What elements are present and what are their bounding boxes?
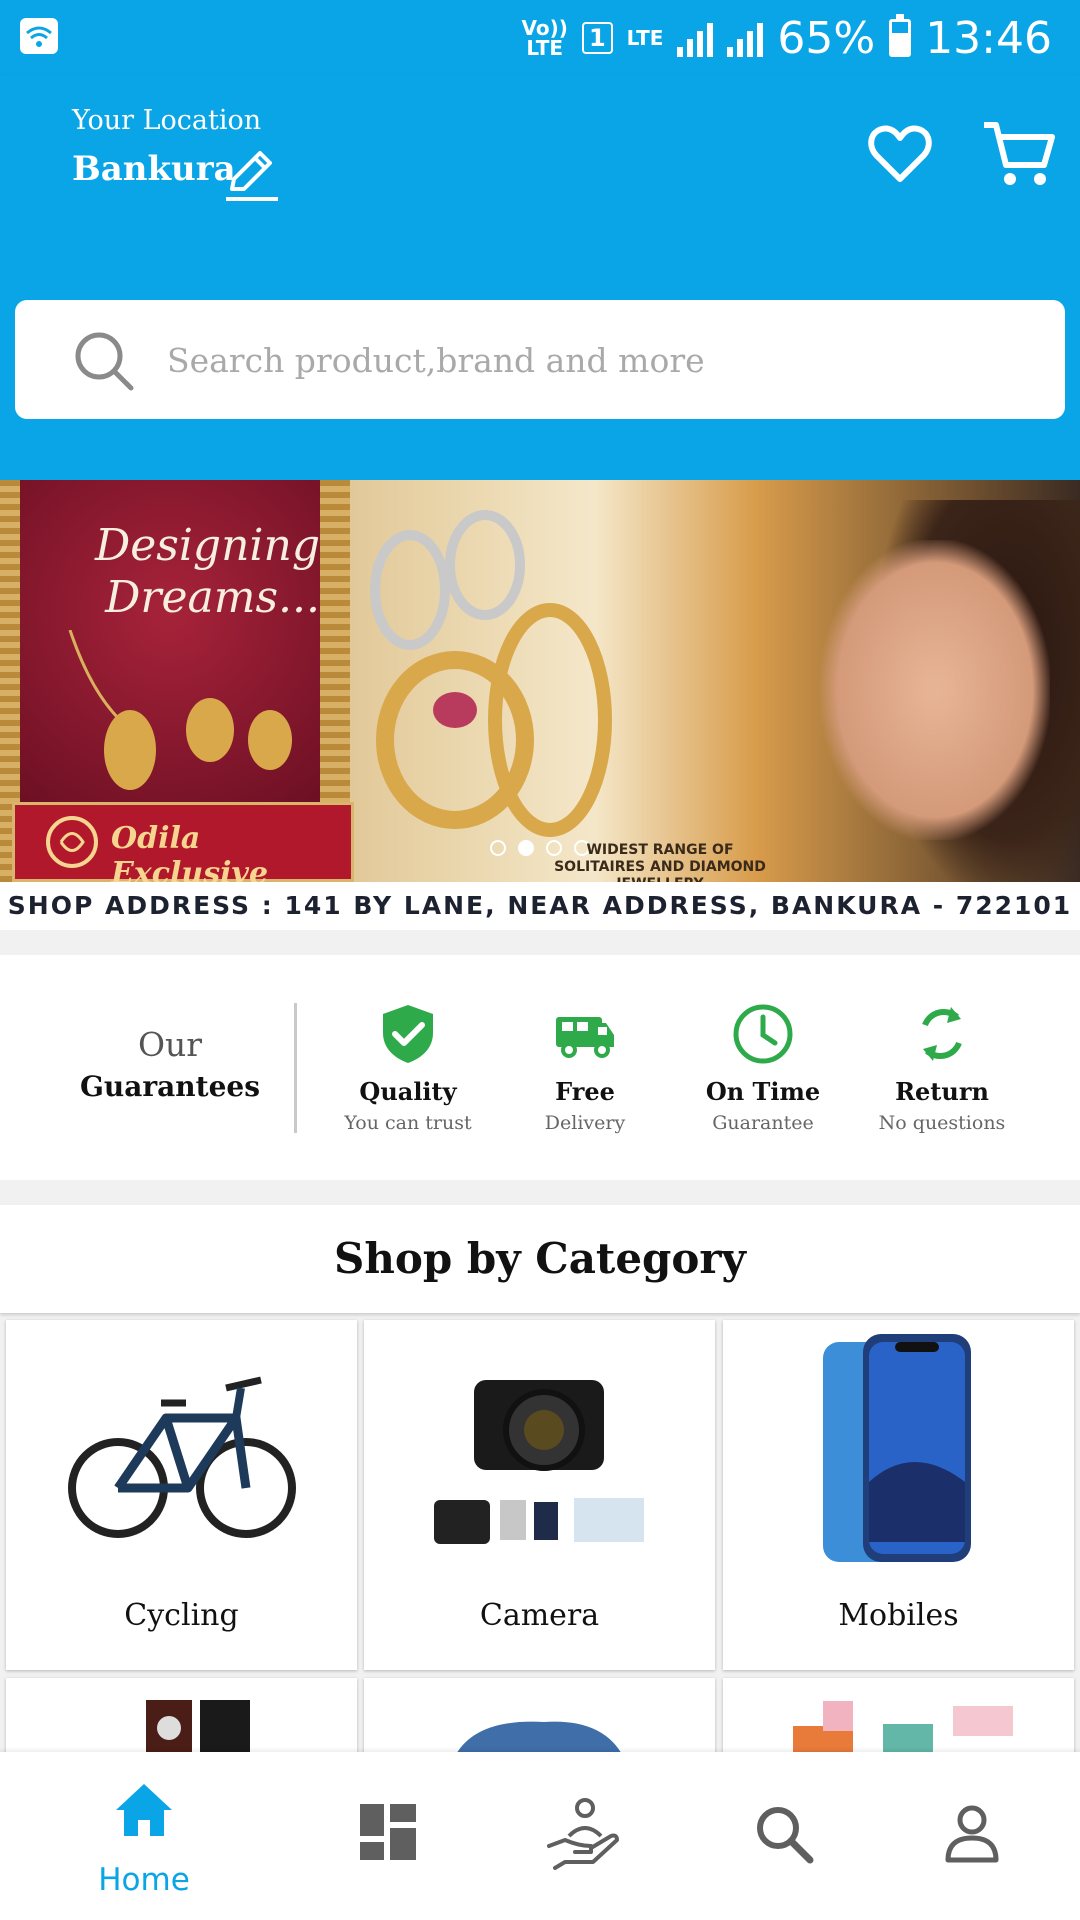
guarantees-title-line2: Guarantees xyxy=(80,1070,260,1103)
camera-image xyxy=(434,1380,644,1544)
guarantee-quality: Quality You can trust xyxy=(318,1003,498,1134)
search-input[interactable] xyxy=(165,322,1029,398)
search-icon xyxy=(75,332,134,391)
banner-headline: Designing Dreams... xyxy=(94,520,320,623)
guarantees-title-line1: Our xyxy=(137,1025,203,1064)
battery-icon xyxy=(889,14,912,57)
guarantee-title: Free xyxy=(555,1077,615,1106)
guarantee-subtitle: Delivery xyxy=(544,1112,626,1134)
toy-furniture-image xyxy=(793,1701,1013,1758)
guarantee-free-delivery: Free Delivery xyxy=(495,1003,675,1134)
jewellery-image xyxy=(370,510,612,837)
brand-name: Odila Exclusive xyxy=(111,821,269,891)
model-face xyxy=(820,540,1050,840)
nav-search[interactable] xyxy=(676,1752,892,1920)
necklace-image xyxy=(68,630,292,790)
clock-icon xyxy=(733,1004,793,1064)
wifi-icon xyxy=(20,18,58,54)
signal-roaming-icon xyxy=(677,19,714,57)
category-card-speakers[interactable] xyxy=(6,1678,357,1758)
promo-banner[interactable]: Designing Dreams... Odila Exclusive WIDE… xyxy=(0,480,1080,930)
brand-logo-icon xyxy=(46,816,98,868)
location-label: Your Location xyxy=(72,105,262,136)
category-label: Camera xyxy=(479,1598,600,1633)
carousel-dot[interactable] xyxy=(518,840,534,856)
category-label: Cycling xyxy=(124,1598,239,1633)
nav-services[interactable] xyxy=(475,1752,691,1920)
nav-home[interactable]: Home xyxy=(36,1752,252,1920)
status-bar: Vo)) LTE 1 LTE 65% 13:46 xyxy=(0,0,1080,75)
speaker-image xyxy=(146,1700,250,1758)
clock-time: 13:46 xyxy=(925,12,1052,64)
shop-address: SHOP ADDRESS : 141 BY LANE, NEAR ADDRESS… xyxy=(0,882,1080,930)
location-value[interactable]: Bankura xyxy=(72,149,236,189)
guarantee-subtitle: No questions xyxy=(878,1112,1006,1134)
dashboard-icon xyxy=(360,1804,416,1860)
heart-icon[interactable] xyxy=(868,123,932,185)
battery-percent: 65% xyxy=(777,12,876,64)
search-section xyxy=(0,240,1080,480)
guarantees-title: Our Guarantees xyxy=(60,1025,280,1103)
carousel-dot[interactable] xyxy=(490,840,506,856)
category-card-mobiles[interactable]: Mobiles xyxy=(723,1320,1074,1670)
bottom-navigation: Home xyxy=(0,1752,1080,1920)
guarantee-subtitle: You can trust xyxy=(344,1112,472,1134)
search-bar[interactable] xyxy=(15,300,1065,419)
brand-box: Odila Exclusive xyxy=(12,802,354,891)
shield-check-icon xyxy=(383,1005,433,1063)
category-card-cycling[interactable]: Cycling xyxy=(6,1320,357,1670)
guarantee-title: On Time xyxy=(705,1077,821,1106)
refresh-icon xyxy=(922,1007,962,1061)
nav-label: Home xyxy=(98,1862,190,1898)
volte-indicator: Vo)) LTE xyxy=(521,16,568,60)
section-title-shop-by-category: Shop by Category xyxy=(0,1205,1080,1313)
category-card-camera[interactable]: Camera xyxy=(364,1320,715,1670)
bicycle-image xyxy=(68,1376,296,1538)
home-icon xyxy=(116,1784,172,1836)
guarantees-section: Our Guarantees Quality You can trust Fre… xyxy=(0,955,1080,1180)
category-card-clothing[interactable] xyxy=(364,1678,715,1758)
banner-brand-panel: Designing Dreams... Odila Exclusive xyxy=(0,480,354,891)
guarantee-title: Return xyxy=(895,1077,989,1106)
guarantee-subtitle: Guarantee xyxy=(712,1112,814,1134)
app-header: Your Location Bankura xyxy=(0,75,1080,240)
guarantee-title: Quality xyxy=(359,1077,457,1106)
smartphone-image xyxy=(823,1334,971,1562)
signal-icon xyxy=(727,19,764,57)
sim-indicator: 1 xyxy=(581,22,613,54)
edit-icon[interactable] xyxy=(222,145,280,203)
lte-indicator: LTE xyxy=(626,26,664,50)
delivery-van-icon xyxy=(556,1017,614,1058)
search-icon xyxy=(757,1807,814,1864)
category-label: Mobiles xyxy=(838,1598,959,1633)
guarantee-on-time: On Time Guarantee xyxy=(673,1003,853,1134)
account-icon xyxy=(945,1805,999,1863)
cart-icon[interactable] xyxy=(982,119,1056,191)
divider xyxy=(294,1003,297,1133)
guarantee-return: Return No questions xyxy=(852,1003,1032,1134)
nav-categories[interactable] xyxy=(280,1752,496,1920)
nav-account[interactable] xyxy=(864,1752,1080,1920)
hand-service-icon xyxy=(547,1798,619,1870)
category-card-toys[interactable] xyxy=(723,1678,1074,1758)
